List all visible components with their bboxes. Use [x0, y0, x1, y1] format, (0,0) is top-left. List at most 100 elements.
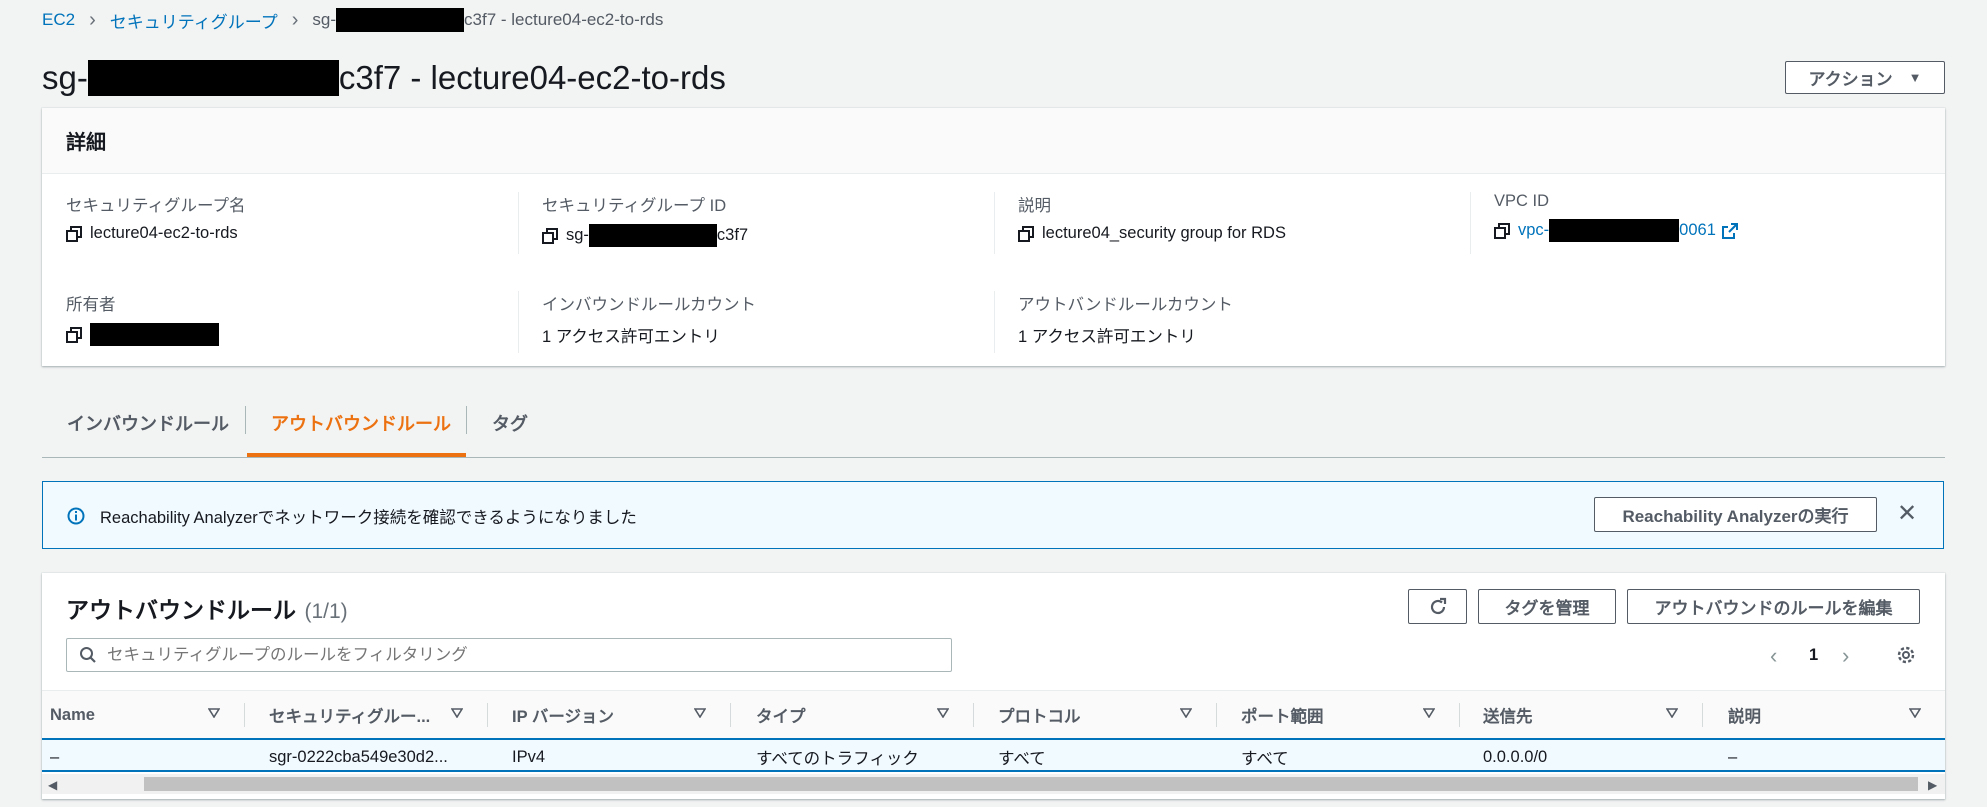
- divider: [245, 406, 246, 434]
- copy-icon[interactable]: [1018, 225, 1034, 242]
- sort-icon[interactable]: [694, 708, 706, 718]
- cell-port-range: すべて: [1241, 750, 1289, 768]
- alert-message: Reachability Analyzerでネットワーク接続を確認できるようにな…: [100, 509, 637, 527]
- sort-icon[interactable]: [1909, 708, 1921, 718]
- copy-icon[interactable]: [542, 227, 558, 244]
- actions-button[interactable]: アクション ▼: [1785, 61, 1945, 94]
- column-header-protocol[interactable]: プロトコル: [998, 691, 1081, 739]
- sort-icon[interactable]: [451, 708, 463, 718]
- redacted-block: [90, 323, 219, 346]
- column-header-ip-version[interactable]: IP バージョン: [512, 691, 614, 739]
- prev-page-icon[interactable]: ‹: [1770, 643, 1777, 669]
- breadcrumb-ec2[interactable]: EC2: [42, 10, 75, 30]
- column-header-description[interactable]: 説明: [1728, 691, 1761, 739]
- info-icon: [67, 507, 85, 525]
- rules-heading: アウトバウンドルール (1/1): [66, 591, 348, 625]
- column-divider[interactable]: [973, 703, 974, 727]
- cell-name: –: [50, 747, 60, 766]
- edit-outbound-rules-button[interactable]: アウトバウンドのルールを編集: [1627, 589, 1920, 624]
- vpc-id-suffix: 0061: [1679, 221, 1716, 239]
- redacted-block: [336, 8, 465, 32]
- sort-icon[interactable]: [937, 708, 949, 718]
- tab-tags[interactable]: タグ: [492, 410, 528, 436]
- page-title: sg- c3f7 - lecture04-ec2-to-rds: [42, 56, 726, 100]
- inbound-count-value: 1 アクセス許可エントリ: [542, 328, 720, 346]
- run-reachability-analyzer-button[interactable]: Reachability Analyzerの実行: [1594, 497, 1877, 532]
- copy-icon[interactable]: [1494, 222, 1510, 239]
- field-label: インバウンドルールカウント: [542, 296, 757, 314]
- sort-icon[interactable]: [1423, 708, 1435, 718]
- field-label: 所有者: [66, 296, 116, 314]
- column-header-name[interactable]: Name: [50, 691, 95, 739]
- divider: [518, 291, 519, 353]
- scroll-right-icon[interactable]: ▶: [1928, 778, 1937, 792]
- sort-icon[interactable]: [1666, 708, 1678, 718]
- breadcrumb-current: sg- c3f7 - lecture04-ec2-to-rds: [312, 8, 663, 32]
- breadcrumb-security-groups[interactable]: セキュリティグループ: [110, 8, 278, 33]
- sg-name-value: lecture04-ec2-to-rds: [90, 224, 238, 242]
- refresh-icon: [1430, 597, 1446, 614]
- horizontal-scrollbar[interactable]: ◀ ▶: [42, 774, 1945, 794]
- divider: [466, 406, 467, 434]
- vpc-id-link[interactable]: vpc- 0061: [1518, 219, 1738, 242]
- close-icon[interactable]: ✕: [1897, 502, 1917, 526]
- column-divider[interactable]: [1702, 703, 1703, 727]
- rules-count: (1/1): [304, 600, 348, 623]
- sort-icon[interactable]: [1180, 708, 1192, 718]
- tabs-bottom-border: [42, 457, 1945, 458]
- field-label: 説明: [1018, 197, 1051, 215]
- vpc-id-prefix: vpc-: [1518, 221, 1550, 239]
- chevron-right-icon: ›: [89, 8, 96, 31]
- column-divider[interactable]: [730, 703, 731, 727]
- column-divider[interactable]: [1216, 703, 1217, 727]
- tab-inbound-rules[interactable]: インバウンドルール: [67, 410, 229, 436]
- details-panel: 詳細 セキュリティグループ名 lecture04-ec2-to-rds セキュリ…: [42, 108, 1945, 366]
- column-header-type[interactable]: タイプ: [756, 691, 806, 739]
- column-header-sg-rule-id[interactable]: セキュリティグルー...: [269, 691, 430, 739]
- cell-type: すべてのトラフィック: [756, 750, 919, 768]
- field-label: セキュリティグループ名: [66, 197, 246, 215]
- sort-icon[interactable]: [208, 708, 220, 718]
- refresh-button[interactable]: [1408, 589, 1467, 624]
- manage-tags-button[interactable]: タグを管理: [1478, 589, 1616, 624]
- outbound-count-value: 1 アクセス許可エントリ: [1018, 328, 1196, 346]
- tab-outbound-rules[interactable]: アウトバウンドルール: [271, 410, 451, 436]
- next-page-icon[interactable]: ›: [1842, 643, 1849, 669]
- title-prefix: sg-: [42, 59, 88, 96]
- scrollbar-thumb[interactable]: [144, 777, 1918, 791]
- page-number[interactable]: 1: [1809, 646, 1818, 665]
- rules-table-header: Name セキュリティグルー... IP バージョン タイプ プロトコル ポート…: [42, 690, 1945, 738]
- external-link-icon: [1721, 222, 1738, 239]
- field-sg-id: セキュリティグループ ID sg- c3f7: [542, 192, 748, 247]
- column-divider[interactable]: [487, 703, 488, 727]
- column-header-destination[interactable]: 送信先: [1483, 691, 1533, 739]
- cell-ip-version: IPv4: [512, 747, 546, 766]
- field-inbound-count: インバウンドルールカウント 1 アクセス許可エントリ: [542, 291, 756, 347]
- filter-input[interactable]: [107, 645, 951, 665]
- chevron-right-icon: ›: [291, 8, 299, 31]
- table-row[interactable]: – sgr-0222cba549e30d2... IPv4 すべてのトラフィック…: [42, 738, 1945, 772]
- field-sg-name: セキュリティグループ名 lecture04-ec2-to-rds: [66, 192, 246, 243]
- cell-protocol: すべて: [998, 750, 1046, 768]
- field-label: セキュリティグループ ID: [542, 197, 727, 215]
- scroll-left-icon[interactable]: ◀: [48, 778, 57, 792]
- copy-icon[interactable]: [66, 326, 82, 343]
- field-label: VPC ID: [1494, 192, 1550, 210]
- column-divider[interactable]: [1459, 703, 1460, 727]
- field-label: アウトバンドルールカウント: [1018, 296, 1233, 314]
- field-value: [66, 323, 219, 346]
- settings-gear-icon[interactable]: [1896, 645, 1916, 665]
- divider: [994, 291, 995, 353]
- column-header-port-range[interactable]: ポート範囲: [1241, 691, 1324, 739]
- copy-icon[interactable]: [66, 225, 82, 242]
- column-divider[interactable]: [244, 703, 245, 727]
- field-owner: 所有者: [66, 291, 219, 346]
- sg-id-prefix: sg-: [566, 226, 589, 244]
- field-outbound-count: アウトバンドルールカウント 1 アクセス許可エントリ: [1018, 291, 1233, 347]
- search-icon: [80, 647, 96, 663]
- info-alert: Reachability Analyzerでネットワーク接続を確認できるようにな…: [42, 481, 1944, 549]
- sg-id-suffix: c3f7: [716, 226, 749, 244]
- title-suffix: c3f7 - lecture04-ec2-to-rds: [338, 59, 726, 96]
- rules-filter[interactable]: [66, 638, 952, 672]
- divider: [518, 192, 519, 254]
